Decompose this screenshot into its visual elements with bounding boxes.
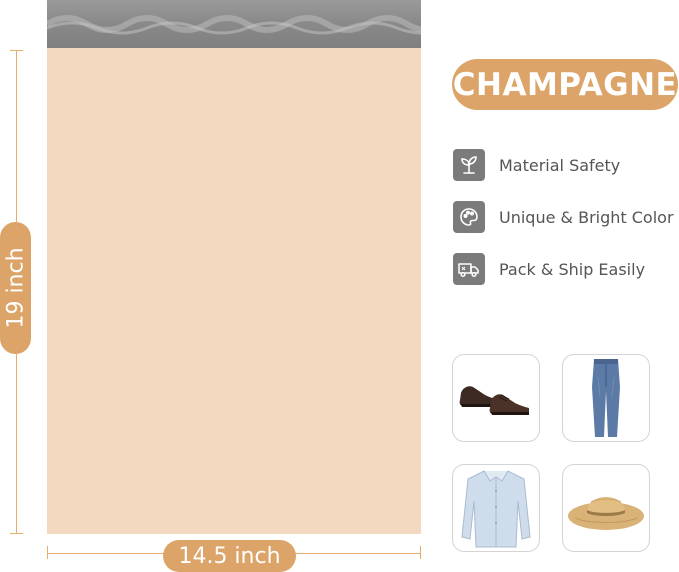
width-dimension-tick-left [47,546,48,559]
color-name: CHAMPAGNE [452,66,678,103]
height-label: 19 inch [3,247,28,329]
item-card-hat [562,464,650,552]
sprout-icon [453,149,485,181]
feature-label: Unique & Bright Color [499,207,674,227]
dress-shoes-icon [459,386,529,415]
feature-label: Pack & Ship Easily [499,259,646,279]
adhesive-seal-strip [47,0,421,48]
mailer-bag [47,0,421,534]
width-label: 14.5 inch [178,543,281,569]
sun-hat-icon [568,497,644,530]
feature-material-safety: Material Safety [453,149,620,181]
jeans-icon [592,359,620,437]
item-card-shirt [452,464,540,552]
color-name-badge: CHAMPAGNE [452,59,678,110]
feature-label: Material Safety [499,155,621,175]
dress-shirt-icon [461,470,531,548]
feature-bright-color: Unique & Bright Color [453,201,674,233]
height-dimension-tick-top [10,50,23,51]
delivery-truck-icon [453,253,485,285]
height-dimension-tick-bottom [10,533,23,534]
seal-strip-texture [47,15,421,35]
palette-icon [453,201,485,233]
width-dimension-tick-right [420,546,421,559]
height-label-pill: 19 inch [0,222,31,354]
feature-pack-ship: Pack & Ship Easily [453,253,645,285]
bag-body [47,48,421,534]
item-card-shoes [452,354,540,442]
item-card-jeans [562,354,650,442]
width-label-pill: 14.5 inch [163,540,296,572]
